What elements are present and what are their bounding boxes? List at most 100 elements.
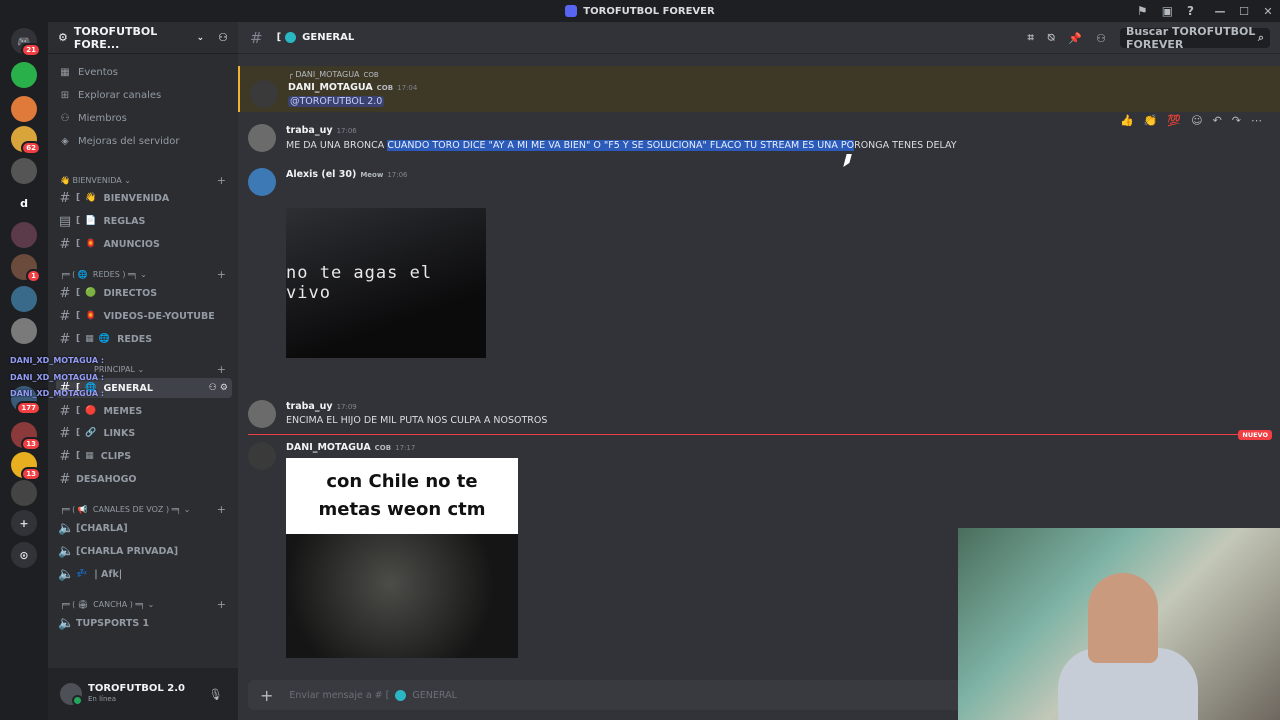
add-server-icon[interactable]: + — [11, 510, 37, 536]
avatar[interactable] — [248, 442, 276, 470]
server-icon[interactable] — [11, 480, 37, 506]
channel-videos-de-youtube[interactable]: #[ 🏮 VIDEOS-DE-YOUTUBE — [56, 306, 232, 326]
message-author[interactable]: traba_uy — [286, 125, 333, 136]
members-list-icon[interactable]: ⚇ — [1096, 32, 1106, 45]
nav-eventos[interactable]: ▦ Eventos — [58, 62, 228, 82]
gif-attachment[interactable]: con Chile no te metas weon ctm — [286, 458, 518, 658]
timestamp: 17:06 — [336, 127, 357, 135]
mute-bell-icon[interactable]: ⍉ — [1048, 31, 1055, 45]
reply-preview[interactable]: ╭ DANI_MOTAGUA COB — [288, 70, 379, 79]
message[interactable]: DANI_MOTAGUA COB 17:17 — [238, 440, 1280, 470]
search-input[interactable]: Buscar TOROFUTBOL FOREVER ⌕ — [1120, 25, 1270, 51]
channel-reglas[interactable]: ▤[ 📄 REGLAS — [56, 211, 232, 231]
message-author[interactable]: DANI_MOTAGUA — [288, 82, 373, 93]
clap-icon[interactable]: 👏 — [1144, 114, 1158, 127]
unread-badge: 1 — [26, 269, 41, 283]
nav-mejoras[interactable]: ◈ Mejoras del servidor — [58, 131, 228, 151]
channel-directos[interactable]: #[ 🟢 DIRECTOS — [56, 283, 232, 303]
new-badge: NUEVO — [1238, 430, 1272, 440]
more-icon[interactable]: ⋯ — [1251, 114, 1262, 127]
add-channel-icon[interactable]: + — [217, 174, 226, 187]
server-icon[interactable] — [11, 158, 37, 184]
server-icon[interactable]: 1 — [11, 254, 41, 283]
channel-bienvenida[interactable]: #[ 👋 BIENVENIDA — [56, 188, 232, 208]
webcam-overlay — [958, 528, 1280, 720]
invite-icon[interactable]: ⚇ — [218, 31, 228, 44]
nav-explorar-canales[interactable]: ⊞ Explorar canales — [58, 85, 228, 105]
server-icon[interactable] — [11, 222, 37, 248]
user-mention[interactable]: @TOROFUTBOL 2.0 — [288, 96, 385, 107]
server-icon[interactable]: d — [11, 190, 37, 216]
server-icon[interactable] — [11, 96, 37, 122]
avatar[interactable] — [248, 124, 276, 152]
reaction-icon[interactable]: 💯 — [1167, 114, 1181, 127]
avatar[interactable] — [250, 80, 278, 108]
discover-icon[interactable]: ⊙ — [11, 542, 37, 568]
flag-icon[interactable]: ⚑ — [1137, 4, 1148, 18]
server-icon[interactable]: 13 — [11, 452, 41, 481]
help-icon[interactable]: ? — [1187, 4, 1194, 18]
pin-icon[interactable]: 📌 — [1068, 32, 1082, 45]
channel-anuncios[interactable]: #[ 🏮 ANUNCIOS — [56, 234, 232, 254]
category-canales-de-voz[interactable]: ╒═ ( 📢 CANALES DE VOZ ) ═╕ ⌄ + — [60, 502, 226, 516]
channel-links[interactable]: #[ 🔗 LINKS — [56, 423, 232, 443]
add-reaction-icon[interactable]: ☺ — [1191, 114, 1202, 127]
attach-plus-icon[interactable]: + — [260, 686, 273, 705]
minimize-button[interactable]: — — [1208, 0, 1232, 22]
message-author[interactable]: Alexis (el 30) — [286, 169, 356, 180]
message-text: ENCIMA EL HIJO DE MIL PUTA NOS CULPA A N… — [286, 415, 548, 426]
channel-desahogo[interactable]: # DESAHOGO — [56, 469, 232, 489]
add-channel-icon[interactable]: + — [217, 503, 226, 516]
role-tag: COB — [374, 444, 392, 452]
add-channel-icon[interactable]: + — [217, 598, 226, 611]
message-author[interactable]: traba_uy — [286, 401, 333, 412]
overlay-name: DANI_XD_MOTAGUA : — [10, 356, 105, 365]
reply-icon[interactable]: ↶ — [1213, 114, 1222, 127]
chevron-down-icon: ⌄ — [196, 32, 205, 43]
server-icon[interactable] — [11, 286, 37, 312]
threads-icon[interactable]: ⌗ — [1028, 31, 1034, 45]
voice-channel-charla-privada[interactable]: 🔈 [CHARLA PRIVADA] — [56, 541, 232, 561]
channel-memes[interactable]: #[ 🔴 MEMES — [56, 401, 232, 421]
server-icon[interactable] — [11, 318, 37, 344]
microphone-icon[interactable]: 🎙 — [209, 688, 223, 701]
title-bar: TOROFUTBOL FOREVER ⚑ ▣ ? — ☐ ✕ — [0, 0, 1280, 22]
voice-channel-charla[interactable]: 🔈 [CHARLA] — [56, 518, 232, 538]
channel-clips[interactable]: #[ ▦ CLIPS — [56, 446, 232, 466]
message-text: ME DA UNA BRONCA CUANDO TORO DICE "AY A … — [286, 140, 957, 151]
voice-channel-afk[interactable]: 🔈 💤 | Afk| — [56, 564, 232, 584]
search-icon: ⌕ — [1257, 31, 1264, 44]
server-icon[interactable]: 13 — [11, 422, 41, 451]
maximize-button[interactable]: ☐ — [1232, 0, 1256, 22]
add-channel-icon[interactable]: + — [217, 363, 226, 376]
message-author[interactable]: DANI_MOTAGUA — [286, 442, 371, 453]
category-bienvenida[interactable]: 👋 BIENVENIDA ⌄ + — [60, 173, 226, 187]
speaker-icon: 🔈 — [58, 543, 75, 559]
category-cancha[interactable]: ╒═ ( 🏟 CANCHA ) ═╕ ⌄ + — [60, 597, 226, 611]
thumbs-up-icon[interactable]: 👍 — [1120, 114, 1134, 127]
message[interactable]: ╭ DANI_MOTAGUA COB DANI_MOTAGUA COB 17:04 @… — [238, 66, 1280, 112]
server-icon[interactable] — [11, 62, 37, 88]
channel-actions[interactable]: ⚇ ⚙ — [209, 383, 228, 393]
inbox-icon[interactable]: ▣ — [1162, 4, 1173, 18]
forward-icon[interactable]: ↷ — [1232, 114, 1241, 127]
category-redes[interactable]: ╒═ ( 🌐 REDES ) ═╕ ⌄ + — [60, 267, 226, 281]
timestamp: 17:06 — [387, 171, 408, 179]
server-icon[interactable]: 62 — [11, 126, 41, 155]
home-button[interactable]: 🎮 21 — [11, 28, 41, 57]
add-channel-icon[interactable]: + — [217, 268, 226, 281]
channel-redes[interactable]: #[ ▦ 🌐 REDES — [56, 329, 232, 349]
nav-miembros[interactable]: ⚇ Miembros — [58, 108, 228, 128]
server-header[interactable]: ⚙ TOROFUTBOL FORE... ⌄ ⚇ — [48, 22, 238, 54]
gif-attachment[interactable]: no te agas el vivo — [286, 208, 486, 358]
browse-icon: ⊞ — [60, 89, 70, 101]
message[interactable]: traba_uy 17:06 ME DA UNA BRONCA CUANDO TO… — [238, 122, 1280, 156]
avatar[interactable] — [248, 168, 276, 196]
unread-badge: 21 — [21, 43, 41, 57]
message[interactable]: traba_uy 17:09 ENCIMA EL HIJO DE MIL PUTA… — [238, 398, 1280, 432]
close-button[interactable]: ✕ — [1256, 0, 1280, 22]
gif-caption: con Chile no te metas weon ctm — [286, 458, 518, 534]
voice-channel-tupsports[interactable]: 🔈 TUPSPORTS 1 — [56, 613, 232, 633]
avatar[interactable] — [60, 683, 83, 706]
avatar[interactable] — [248, 400, 276, 428]
